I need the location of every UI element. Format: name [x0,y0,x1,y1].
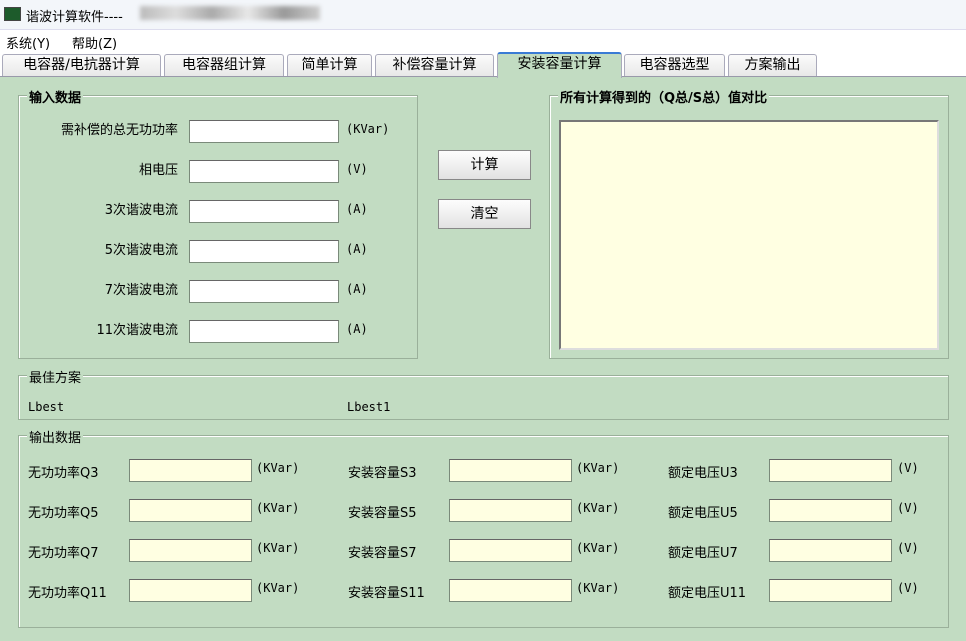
unit-label: (A) [346,202,368,216]
rated-voltage-label: 额定电压U11 [668,586,747,601]
install-capacity-output-field[interactable] [449,539,572,562]
total-reactive-power-input[interactable] [189,120,339,143]
reactive-power-output-field[interactable] [129,459,252,482]
rated-voltage-output-field[interactable] [769,579,892,602]
tab-install-capacity[interactable]: 安装容量计算 [497,52,622,78]
tab-bar: 电容器/电抗器计算 电容器组计算 简单计算 补偿容量计算 安装容量计算 电容器选… [0,52,966,78]
tab-capacitor-reactor[interactable]: 电容器/电抗器计算 [2,54,161,76]
rated-voltage-output-field[interactable] [769,539,892,562]
tab-capacitor-bank[interactable]: 电容器组计算 [164,54,284,76]
unit-label: (V) [897,461,919,475]
harmonic-5-current-input[interactable] [189,240,339,263]
field-label: 相电压 [138,163,178,178]
unit-label: (KVar) [576,461,620,475]
rated-voltage-label: 额定电压U3 [668,466,738,481]
reactive-power-output-field[interactable] [129,499,252,522]
field-label: 7次谐波电流 [104,283,178,298]
tab-simple-calc[interactable]: 简单计算 [287,54,372,76]
unit-label: (KVar) [576,581,620,595]
rated-voltage-output-field[interactable] [769,499,892,522]
reactive-power-label: 无功功率Q11 [28,586,107,601]
install-capacity-output-field[interactable] [449,499,572,522]
menu-help[interactable]: 帮助(Z) [72,33,117,52]
best-plan-title: 最佳方案 [27,367,84,386]
unit-label: (A) [346,242,368,256]
install-capacity-label: 安装容量S3 [348,466,417,481]
unit-label: (V) [897,501,919,515]
rated-voltage-label: 额定电压U5 [668,506,738,521]
reactive-power-label: 无功功率Q7 [28,546,99,561]
comparison-textarea[interactable] [559,120,939,350]
install-capacity-output-field[interactable] [449,579,572,602]
lbest1-label: Lbest1 [347,400,391,414]
field-label: 需补偿的总无功功率 [60,123,178,138]
tab-compensation-capacity[interactable]: 补偿容量计算 [375,54,494,76]
unit-label: (KVar) [346,122,390,136]
comparison-group-title: 所有计算得到的（Q总/S总）值对比 [558,87,770,106]
app-icon [4,7,21,21]
install-capacity-output-field[interactable] [449,459,572,482]
lbest-label: Lbest [28,400,65,414]
unit-label: (KVar) [256,541,300,555]
rated-voltage-output-field[interactable] [769,459,892,482]
field-label: 11次谐波电流 [96,323,178,338]
reactive-power-label: 无功功率Q3 [28,466,99,481]
reactive-power-label: 无功功率Q5 [28,506,99,521]
unit-label: (KVar) [576,541,620,555]
phase-voltage-input[interactable] [189,160,339,183]
field-label: 3次谐波电流 [104,203,178,218]
unit-label: (KVar) [576,501,620,515]
install-capacity-label: 安装容量S11 [348,586,425,601]
unit-label: (A) [346,322,368,336]
unit-label: (KVar) [256,581,300,595]
tab-capacitor-selection[interactable]: 电容器选型 [624,54,725,76]
redacted-title-text [140,6,320,20]
install-capacity-label: 安装容量S7 [348,546,417,561]
unit-label: (KVar) [256,461,300,475]
unit-label: (V) [897,541,919,555]
clear-button[interactable]: 清空 [438,199,531,229]
menu-bar: 系统(Y) 帮助(Z) [0,30,966,52]
unit-label: (KVar) [256,501,300,515]
tab-plan-output[interactable]: 方案输出 [728,54,817,76]
reactive-power-output-field[interactable] [129,539,252,562]
output-group-title: 输出数据 [27,427,84,446]
install-capacity-label: 安装容量S5 [348,506,417,521]
rated-voltage-label: 额定电压U7 [668,546,738,561]
calculate-button[interactable]: 计算 [438,150,531,180]
input-group-title: 输入数据 [27,87,84,106]
harmonic-3-current-input[interactable] [189,200,339,223]
title-bar: 谐波计算软件---- [0,0,966,30]
unit-label: (V) [346,162,368,176]
field-label: 5次谐波电流 [104,243,178,258]
reactive-power-output-field[interactable] [129,579,252,602]
unit-label: (A) [346,282,368,296]
window-title: 谐波计算软件---- [26,10,123,25]
menu-system[interactable]: 系统(Y) [6,33,50,52]
best-plan-group: 最佳方案 [18,367,949,420]
unit-label: (V) [897,581,919,595]
harmonic-11-current-input[interactable] [189,320,339,343]
harmonic-7-current-input[interactable] [189,280,339,303]
